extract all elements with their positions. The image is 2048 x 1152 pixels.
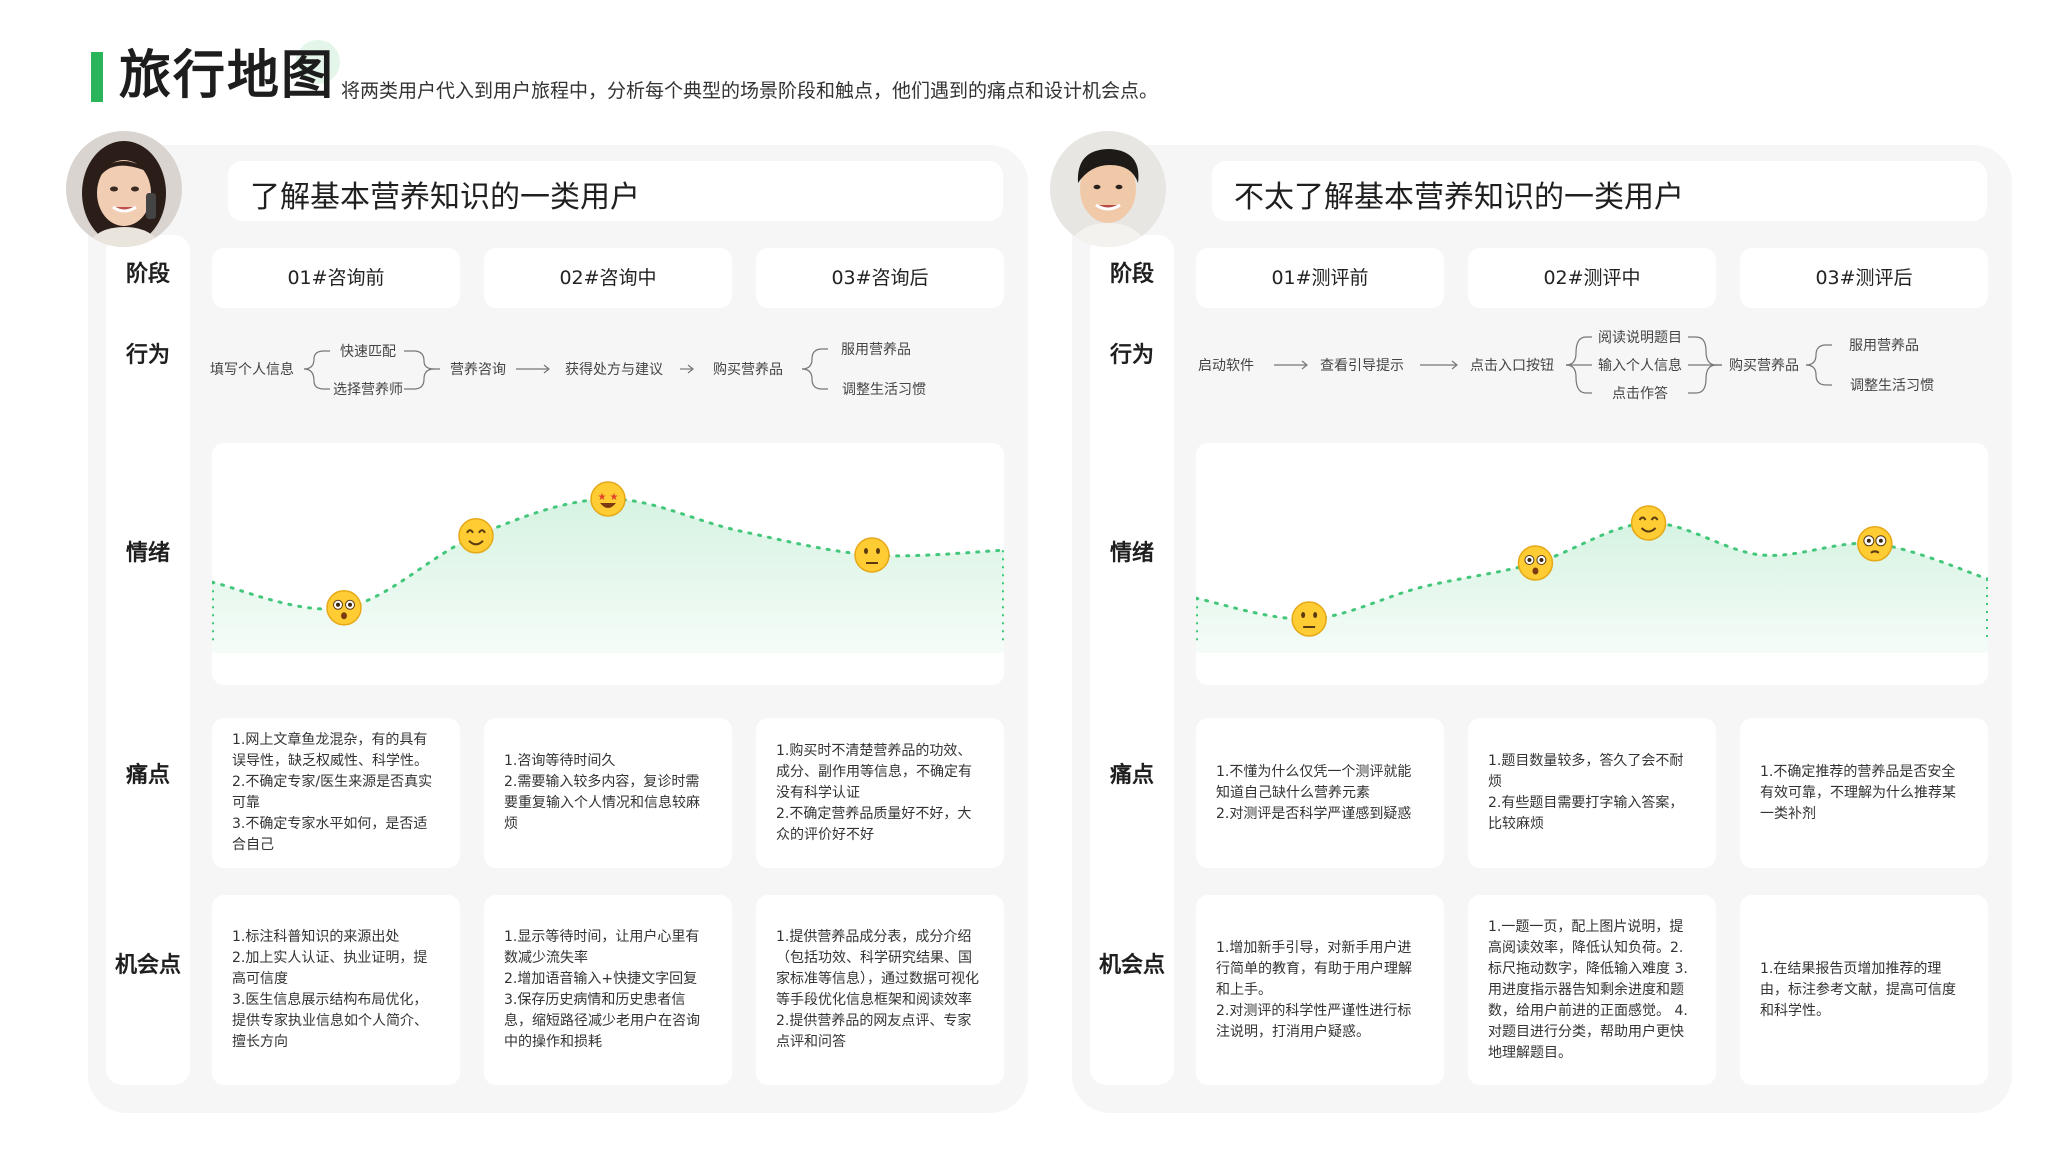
page-title: 旅行地图	[119, 46, 336, 106]
opportunity-text: 1.增加新手引导，对新手用户进行简单的教育，有助于用户理解和上手。 2.对测评的…	[1216, 939, 1412, 1040]
pain-card: 1.不确定推荐的营养品是否安全有效可靠，不理解为什么推荐某一类补剂	[1740, 718, 1988, 868]
stage-card: 01#咨询前	[212, 248, 460, 308]
opportunity-text: 1.一题一页，配上图片说明，提高阅读效率，降低认知负荷。2. 标尺拖动数字，降低…	[1488, 918, 1688, 1061]
pain-text: 1.购买时不清楚营养品的功效、成分、副作用等信息，不确定有没有科学认证 2.不确…	[776, 742, 972, 843]
stage-card: 03#咨询后	[756, 248, 1004, 308]
opportunity-card: 1.标注科普知识的来源出处 2.加上实人认证、执业证明，提高可信度 3.医生信息…	[212, 895, 460, 1085]
row-label-behavior: 行为	[125, 343, 170, 368]
behavior-flow: 启动软件 查看引导提示 点击入口按钮 阅读说明题目 输入个人信息 点击作答 购买…	[1192, 315, 1992, 445]
behavior-flow: 填写个人信息 快速匹配 选择营养师 营养咨询 获得处方与建议 购买营养品 服用营…	[208, 315, 1008, 445]
behavior-node: 填写个人信息	[210, 361, 294, 377]
thinking-emoji-icon	[854, 537, 890, 573]
behavior-node: 购买营养品	[1729, 357, 1799, 373]
row-label-opportunity: 机会点	[114, 953, 181, 978]
behavior-node: 购买营养品	[713, 361, 783, 377]
pain-text: 1.不确定推荐的营养品是否安全有效可靠，不理解为什么推荐某一类补剂	[1760, 763, 1956, 822]
behavior-node: 获得处方与建议	[565, 361, 663, 377]
pain-card: 1.网上文章鱼龙混杂，有的具有误导性，缺乏权威性、科学性。 2.不确定专家/医生…	[212, 718, 460, 868]
stage-card: 01#测评前	[1196, 248, 1444, 308]
star-struck-emoji-icon: ★ ★	[590, 481, 626, 517]
behavior-node: 点击入口按钮	[1470, 357, 1554, 373]
pleading-emoji-icon	[1857, 526, 1893, 562]
row-label-column: 阶段 行为 情绪 痛点 机会点	[106, 235, 190, 1085]
behavior-node: 查看引导提示	[1320, 357, 1404, 373]
svg-text:★: ★	[598, 492, 607, 503]
pain-card: 1.不懂为什么仅凭一个测评就能知道自己缺什么营养元素 2.对测评是否科学严谨感到…	[1196, 718, 1444, 868]
page-subtitle: 将两类用户代入到用户旅程中，分析每个典型的场景阶段和触点，他们遇到的痛点和设计机…	[341, 80, 1159, 102]
opportunity-text: 1.在结果报告页增加推荐的理由，标注参考文献，提高可信度和科学性。	[1760, 960, 1956, 1019]
opportunity-card: 1.提供营养品成分表，成分介绍（包括功效、科学研究结果、国家标准等信息），通过数…	[756, 895, 1004, 1085]
pain-text: 1.网上文章鱼龙混杂，有的具有误导性，缺乏权威性、科学性。 2.不确定专家/医生…	[232, 732, 433, 853]
svg-text:★: ★	[610, 492, 619, 503]
title-accent-bar	[91, 52, 103, 102]
persona-header: 了解基本营养知识的一类用户	[228, 161, 1003, 221]
behavior-node: 启动软件	[1198, 357, 1254, 373]
pain-text: 1.不懂为什么仅凭一个测评就能知道自己缺什么营养元素 2.对测评是否科学严谨感到…	[1216, 763, 1412, 822]
behavior-node: 服用营养品	[1849, 337, 1919, 353]
opportunity-text: 1.标注科普知识的来源出处 2.加上实人认证、执业证明，提高可信度 3.医生信息…	[232, 929, 428, 1050]
emotion-chart-card	[1196, 443, 1988, 685]
behavior-node: 输入个人信息	[1598, 357, 1682, 373]
emotion-area	[212, 498, 1004, 653]
smile-emoji-icon	[1630, 505, 1667, 541]
behavior-node: 快速匹配	[340, 343, 396, 359]
opportunity-card: 1.在结果报告页增加推荐的理由，标注参考文献，提高可信度和科学性。	[1740, 895, 1988, 1085]
row-label-pain: 痛点	[1109, 763, 1154, 788]
behavior-node: 调整生活习惯	[1850, 377, 1934, 393]
stage-card: 02#测评中	[1468, 248, 1716, 308]
opportunity-card: 1.一题一页，配上图片说明，提高阅读效率，降低认知负荷。2. 标尺拖动数字，降低…	[1468, 895, 1716, 1085]
smile-emoji-icon	[458, 518, 494, 554]
row-label-stage: 阶段	[1109, 262, 1154, 287]
pain-text: 1.咨询等待时间久 2.需要输入较多内容，复诊时需要重复输入个人情况和信息较麻烦	[504, 753, 700, 832]
persona-title: 了解基本营养知识的一类用户	[250, 180, 640, 215]
pain-text: 1.题目数量较多，答久了会不耐烦 2.有些题目需要打字输入答案，比较麻烦	[1488, 753, 1684, 832]
opportunity-card: 1.显示等待时间，让用户心里有数减少流失率 2.增加语音输入+快捷文字回复 3.…	[484, 895, 732, 1085]
row-label-pain: 痛点	[125, 763, 170, 788]
behavior-node: 营养咨询	[450, 361, 506, 377]
pain-card: 1.购买时不清楚营养品的功效、成分、副作用等信息，不确定有没有科学认证 2.不确…	[756, 718, 1004, 868]
behavior-node: 阅读说明题目	[1598, 329, 1682, 345]
persona-panel-2: 阶段 行为 情绪 痛点 机会点 不太了解基本营养知识的一类用户 01#测评前 0…	[1050, 131, 2012, 1113]
behavior-node: 服用营养品	[841, 341, 911, 357]
behavior-node: 选择营养师	[333, 381, 403, 397]
pain-card: 1.咨询等待时间久 2.需要输入较多内容，复诊时需要重复输入个人情况和信息较麻烦	[484, 718, 732, 868]
row-label-behavior: 行为	[1109, 343, 1154, 368]
behavior-node: 调整生活习惯	[842, 381, 926, 397]
avatar-female	[66, 131, 182, 247]
neutral-emoji-icon	[1291, 601, 1327, 637]
row-label-stage: 阶段	[125, 262, 170, 287]
pain-card: 1.题目数量较多，答久了会不耐烦 2.有些题目需要打字输入答案，比较麻烦	[1468, 718, 1716, 868]
row-label-emotion: 情绪	[1109, 541, 1154, 566]
emotion-chart-card: ★ ★	[212, 443, 1004, 685]
flushed-emoji-icon	[326, 590, 362, 626]
row-label-opportunity: 机会点	[1098, 953, 1165, 978]
row-label-column: 阶段 行为 情绪 痛点 机会点	[1090, 235, 1174, 1085]
persona-panel-1: 阶段 行为 情绪 痛点 机会点 了解基本营养知识的一类用户 01#咨询前 02#…	[66, 131, 1028, 1113]
opportunity-card: 1.增加新手引导，对新手用户进行简单的教育，有助于用户理解和上手。 2.对测评的…	[1196, 895, 1444, 1085]
row-label-emotion: 情绪	[125, 541, 170, 566]
opportunity-text: 1.显示等待时间，让用户心里有数减少流失率 2.增加语音输入+快捷文字回复 3.…	[504, 929, 700, 1050]
behavior-node: 点击作答	[1612, 385, 1668, 401]
stage-card: 02#咨询中	[484, 248, 732, 308]
hushed-emoji-icon	[1517, 545, 1554, 581]
persona-header: 不太了解基本营养知识的一类用户	[1212, 161, 1987, 221]
persona-title: 不太了解基本营养知识的一类用户	[1234, 180, 1684, 215]
avatar-male	[1050, 131, 1166, 247]
stage-card: 03#测评后	[1740, 248, 1988, 308]
opportunity-text: 1.提供营养品成分表，成分介绍（包括功效、科学研究结果、国家标准等信息），通过数…	[776, 929, 979, 1050]
